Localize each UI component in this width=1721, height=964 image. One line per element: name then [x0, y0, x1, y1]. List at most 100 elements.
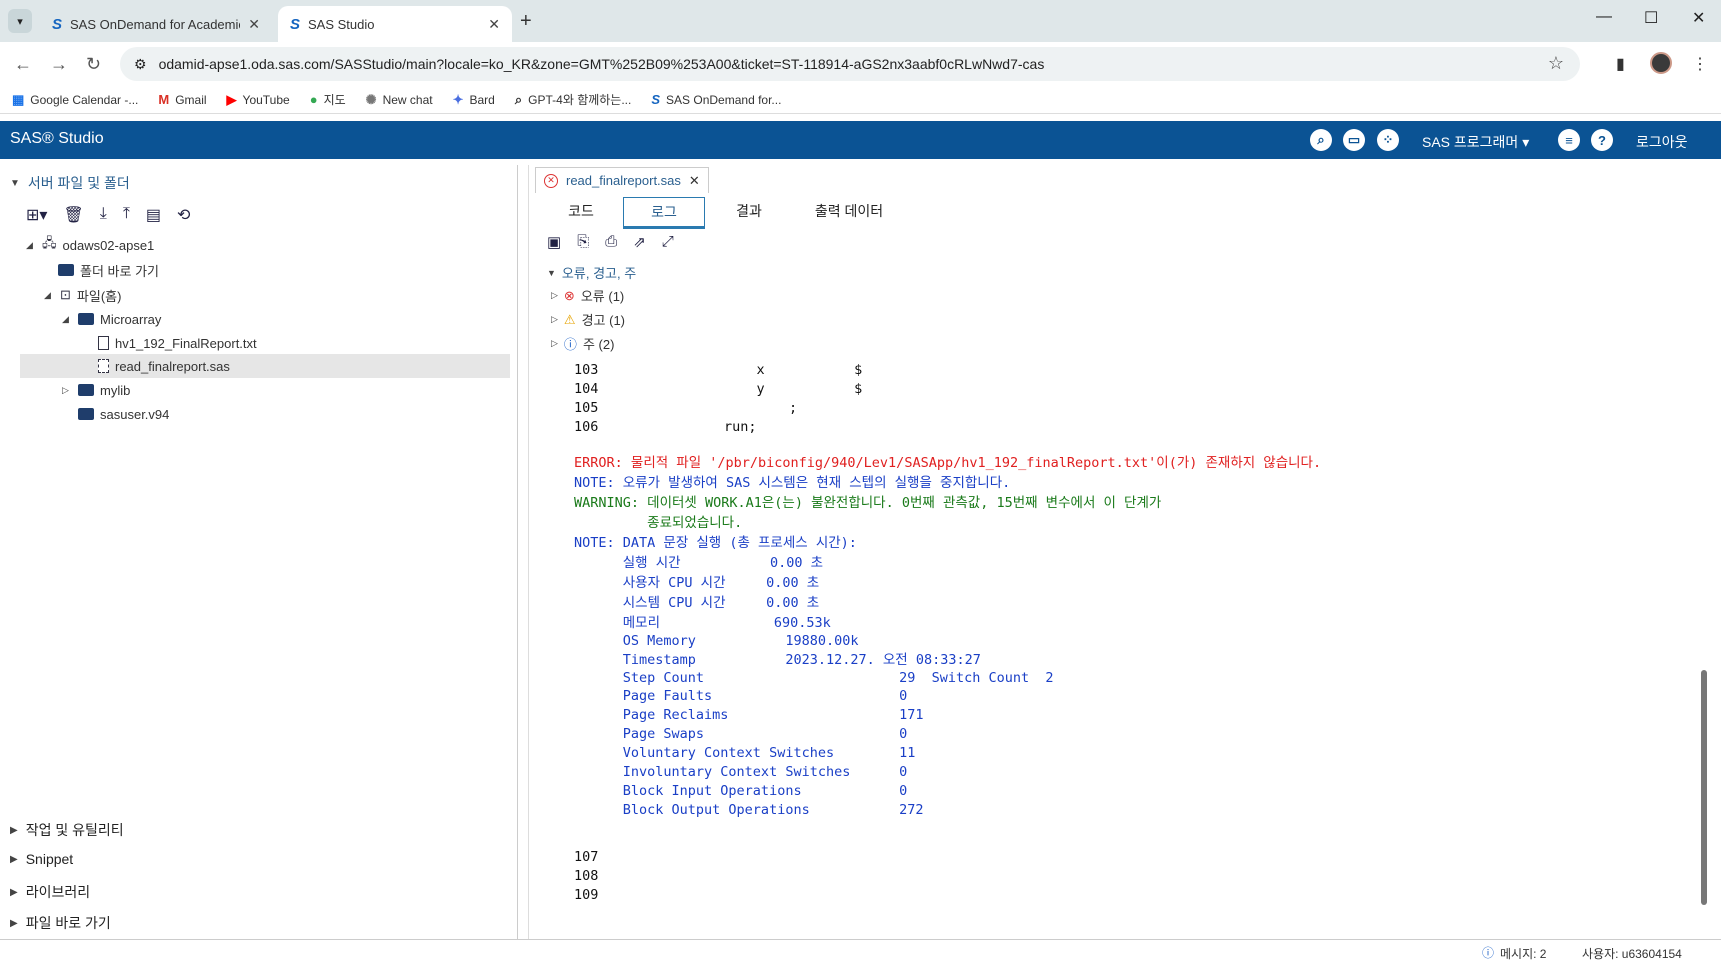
collapsed-triangle-icon: ▷	[62, 384, 69, 395]
summary-label: 경고 (1)	[581, 313, 625, 328]
note-message: NOTE: 오류가 발생하여 SAS 시스템은 현재 스텝의 실행을 중지합니다…	[574, 475, 1011, 491]
status-messages[interactable]: 메시지: 2	[1500, 945, 1546, 962]
tree-item-microarray[interactable]: ◢ Microarray	[62, 307, 161, 331]
close-tab-icon[interactable]: ✕	[248, 16, 260, 33]
hamburger-menu-icon[interactable]: ≡	[1558, 129, 1580, 151]
reload-icon[interactable]: ↻	[86, 54, 101, 75]
bookmark-bard[interactable]: ✦ Bard	[453, 92, 495, 108]
tab-code[interactable]: 코드	[539, 197, 623, 229]
upload-icon[interactable]: ⤒	[123, 205, 130, 225]
back-icon[interactable]: ←	[14, 54, 32, 75]
sas-studio-header: SAS® Studio ⌕ ▭ ⁘ SAS 프로그래머 ▾ ≡ ? 로그아웃	[0, 121, 1721, 159]
summary-notes[interactable]: ▷ ⓘ 주 (2)	[551, 334, 614, 353]
warning-message-cont: 종료되었습니다.	[574, 515, 743, 531]
summary-errors[interactable]: ▷ ⊗ 오류 (1)	[551, 286, 624, 305]
calendar-icon: ▦	[12, 91, 25, 107]
tree-item-server[interactable]: ◢ 🖧 odaws02-apse1	[26, 233, 154, 257]
menu-kebab-icon[interactable]: ⋮	[1692, 54, 1708, 74]
section-libraries[interactable]: ▶ 라이브러리	[10, 882, 90, 902]
file-tab-read-finalreport[interactable]: ✕ read_finalreport.sas ✕	[535, 167, 709, 193]
code-line: x $	[659, 362, 863, 378]
chevron-right-icon: ▶	[10, 824, 18, 836]
bookmark-new-chat[interactable]: ✺ New chat	[366, 92, 433, 108]
tree-item-finalreport-txt[interactable]: hv1_192_FinalReport.txt	[98, 331, 257, 355]
new-tab-button[interactable]: +	[520, 10, 532, 33]
log-summary-header[interactable]: ▼ 오류, 경고, 주	[547, 263, 636, 282]
sas-program-file-icon	[98, 359, 109, 373]
log-scrollbar-thumb[interactable]	[1701, 670, 1707, 905]
navigation-pane: ▼ 서버 파일 및 폴더 ⊞▾ 🗑 ⤓ ⤒ ▤ ⟲ ◢ 🖧 odaws02-ap…	[0, 165, 518, 939]
summary-warnings[interactable]: ▷ ⚠ 경고 (1)	[551, 310, 625, 329]
section-title: 서버 파일 및 폴더	[27, 175, 130, 191]
side-panel-icon[interactable]: ▮	[1616, 54, 1625, 74]
close-window-button[interactable]: ✕	[1692, 8, 1705, 28]
close-tab-icon[interactable]: ✕	[689, 173, 700, 189]
stat-line: Involuntary Context Switches 0	[574, 764, 908, 780]
stat-line: 시스템 CPU 시간 0.00 초	[574, 595, 820, 611]
section-snippets[interactable]: ▶ Snippet	[10, 851, 73, 867]
help-icon[interactable]: ?	[1591, 129, 1613, 151]
expanded-triangle-icon: ◢	[62, 313, 69, 324]
delete-icon[interactable]: 🗑	[63, 205, 83, 225]
save-log-icon[interactable]: ▣	[547, 233, 561, 251]
tree-item-home[interactable]: ◢ ⊡ 파일(홈)	[44, 283, 121, 307]
tree-item-folder-shortcuts[interactable]: 폴더 바로 가기	[58, 258, 159, 282]
chatgpt-icon: ✺	[365, 91, 377, 107]
tree-item-read-finalreport-sas[interactable]: read_finalreport.sas	[20, 354, 510, 378]
address-bar[interactable]: ⚙ odamid-apse1.oda.sas.com/SASStudio/mai…	[120, 47, 1580, 81]
minimize-button[interactable]: —	[1596, 8, 1612, 26]
tab-log[interactable]: 로그	[623, 197, 705, 229]
tab-search-button[interactable]: ▾	[8, 9, 32, 33]
tab-title: SAS OnDemand for Academic	[70, 16, 241, 32]
stat-line: OS Memory 19880.00k	[574, 633, 859, 649]
tree-item-sasuser[interactable]: sasuser.v94	[78, 402, 169, 426]
forward-icon[interactable]: →	[50, 54, 68, 75]
bookmark-star-icon[interactable]: ☆	[1548, 53, 1564, 74]
line-number: 105	[574, 400, 599, 416]
bookmark-sas-ondemand[interactable]: S SAS OnDemand for...	[651, 92, 781, 107]
new-item-icon[interactable]: ⊞▾	[26, 205, 47, 225]
print-icon[interactable]: ⎙	[605, 233, 617, 251]
bookmark-gmail[interactable]: M Gmail	[158, 92, 206, 107]
summary-label: 주 (2)	[582, 337, 615, 352]
info-icon: ⓘ	[563, 337, 577, 352]
maximize-button[interactable]: ☐	[1644, 8, 1658, 28]
folder-icon	[78, 408, 94, 420]
gmail-icon: M	[158, 92, 170, 107]
download-log-icon[interactable]: ⎘	[577, 233, 589, 251]
apps-grid-icon[interactable]: ⁘	[1377, 129, 1399, 151]
logout-link[interactable]: 로그아웃	[1636, 132, 1688, 152]
bookmark-maps[interactable]: ● 지도	[310, 91, 346, 108]
section-tasks-utilities[interactable]: ▶ 작업 및 유틸리티	[10, 820, 124, 840]
tab-output-data[interactable]: 출력 데이터	[793, 197, 905, 229]
warning-icon: ⚠	[563, 311, 576, 327]
open-in-window-icon[interactable]: ⇗	[633, 233, 646, 251]
search-icon[interactable]: ⌕	[1310, 129, 1332, 151]
bookmark-google-calendar[interactable]: ▦ Google Calendar -...	[12, 92, 138, 108]
tab-results[interactable]: 결과	[705, 197, 793, 229]
tree-label: read_finalreport.sas	[115, 358, 230, 374]
line-number: 109	[574, 887, 599, 903]
section-file-shortcuts[interactable]: ▶ 파일 바로 가기	[10, 913, 111, 933]
browser-tab-sas-studio[interactable]: S SAS Studio ✕	[278, 6, 512, 42]
chevron-down-icon: ▼	[547, 267, 556, 278]
bookmark-gpt4[interactable]: ⌕ GPT-4와 함께하는...	[515, 91, 632, 108]
status-bar: ⓘ 메시지: 2 사용자: u63604154	[0, 939, 1721, 964]
browser-tab-sas-ondemand[interactable]: S SAS OnDemand for Academic ✕	[40, 6, 272, 42]
refresh-icon[interactable]: ⟲	[177, 205, 190, 225]
server-files-section-header[interactable]: ▼ 서버 파일 및 폴더	[10, 173, 130, 193]
open-folder-icon[interactable]: ▭	[1343, 129, 1365, 151]
sas-studio-logo: SAS® Studio	[10, 130, 104, 147]
tree-item-mylib[interactable]: ▷ mylib	[62, 378, 130, 402]
bookmark-youtube[interactable]: ▶ YouTube	[227, 92, 290, 108]
profile-avatar[interactable]	[1650, 52, 1672, 74]
sas-programmer-menu[interactable]: SAS 프로그래머 ▾	[1422, 132, 1529, 152]
maximize-view-icon[interactable]: ⤢	[662, 233, 674, 251]
bookmark-label: Bard	[469, 92, 495, 107]
site-info-icon[interactable]: ⚙	[134, 56, 147, 73]
close-tab-icon[interactable]: ✕	[488, 16, 500, 33]
chevron-down-icon: ▼	[10, 177, 20, 189]
stat-line: Voluntary Context Switches 11	[574, 745, 916, 761]
download-icon[interactable]: ⤓	[100, 205, 107, 225]
properties-icon[interactable]: ▤	[146, 205, 161, 225]
